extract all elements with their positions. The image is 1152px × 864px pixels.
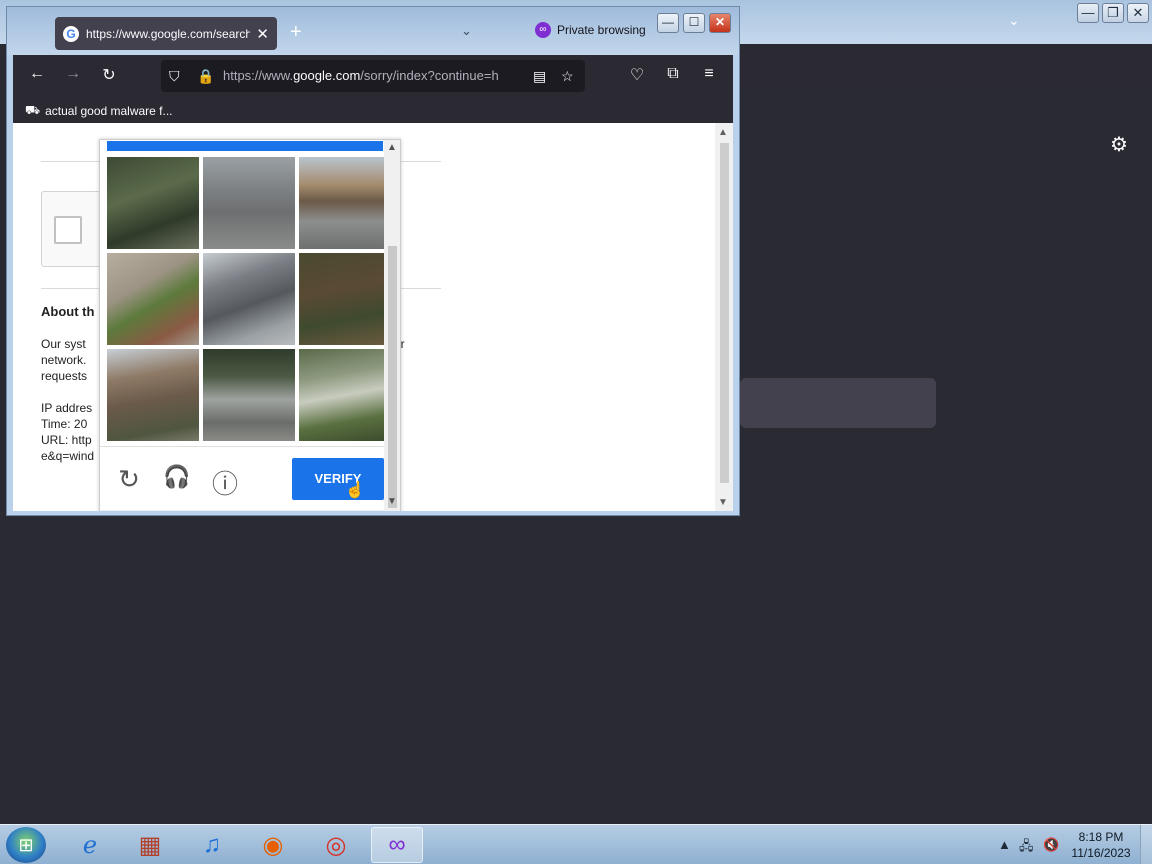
shield-icon[interactable]: ⛉ [169,68,180,85]
reload-challenge-icon[interactable]: ↻ [114,464,144,495]
captcha-tile[interactable] [203,349,295,441]
about-heading: About th [41,304,95,319]
scrollbar-thumb[interactable] [388,246,397,508]
firefox-icon[interactable]: ◉ [247,827,299,863]
bookmark-star-icon[interactable]: ☆ [561,68,574,85]
network-icon[interactable]: 🖧 [1019,837,1034,859]
recaptcha-checkbox[interactable] [54,216,82,244]
navigation-toolbar: ← → ↻ ⛉ 🔒 https://www.google.com/sorry/i… [13,55,733,97]
music-app-icon[interactable]: ♫ [186,827,238,863]
info-icon[interactable]: ⓘ [210,464,240,501]
private-mask-icon: ∞ [535,22,551,38]
bookmark-favicon-icon: ⛟ [25,103,41,117]
chrome-icon[interactable]: ◎ [310,827,362,863]
private-browsing-label: Private browsing [557,23,646,37]
scroll-up-icon[interactable]: ▲ [387,142,397,153]
clock-time: 8:18 PM [1078,830,1124,844]
lock-icon[interactable]: 🔒 [197,68,214,85]
scroll-down-icon[interactable]: ▼ [718,497,728,508]
challenge-header [107,141,383,151]
new-tab-button[interactable]: + [290,21,302,44]
recaptcha-challenge: ↻ 🎧 ⓘ VERIFY ☝ ▲ ▼ [99,139,401,511]
url-line: URL: http [41,433,92,447]
minimize-button[interactable]: — [1077,3,1099,23]
scroll-up-icon[interactable]: ▲ [718,127,728,138]
page-scrollbar[interactable]: ▲ ▼ [715,123,733,511]
captcha-tile[interactable] [203,253,295,345]
body-line: network. [41,353,87,367]
window-minimize-button[interactable]: — [657,13,679,33]
captcha-tile[interactable] [107,349,199,441]
captcha-tile[interactable] [107,253,199,345]
show-desktop-button[interactable] [1140,825,1152,864]
gear-icon[interactable]: ⚙ [1110,132,1128,157]
address-bar[interactable]: ⛉ 🔒 https://www.google.com/sorry/index?c… [161,60,585,92]
tab-list-chevron-icon[interactable]: ⌄ [461,23,472,39]
hand-cursor-icon: ☝ [345,482,365,499]
firefox-private-icon[interactable]: ∞ [371,827,423,863]
recaptcha-anchor [41,191,101,267]
maximize-button[interactable]: ❐ [1102,3,1124,23]
body-line: requests [41,369,88,383]
browser-window: G https://www.google.com/search? ✕ + ⌄ ∞… [6,6,740,516]
ip-address-line: IP addres [41,401,93,415]
headphones-icon[interactable]: 🎧 [162,464,192,490]
forward-button[interactable]: → [62,65,84,83]
system-clock[interactable]: 8:18 PM 11/16/2023 [1068,829,1134,861]
reader-view-icon[interactable]: ▤ [533,68,546,85]
bookmark-item[interactable]: ⛟ actual good malware f... [25,103,173,119]
tray-expand-icon[interactable]: ▲ [998,837,1011,852]
google-favicon-icon: G [63,25,79,42]
private-browsing-indicator: ∞ Private browsing [535,22,646,38]
page-content: About th Our syst network. requests er e… [13,123,733,511]
captcha-tile[interactable] [299,157,391,249]
background-search-box[interactable] [740,378,936,428]
archive-app-icon[interactable]: ▦ [124,827,176,863]
browser-tab[interactable]: G https://www.google.com/search? ✕ [55,17,277,50]
taskbar: ⊞ ℯ ▦ ♫ ◉ ◎ ∞ ▲ 🖧 🔇 8:18 PM 11/16/2023 [0,824,1152,864]
extensions-icon[interactable]: ⧉ [662,65,684,83]
scroll-down-icon[interactable]: ▼ [387,496,397,507]
window-titlebar: G https://www.google.com/search? ✕ + ⌄ ∞… [7,7,739,55]
start-button[interactable]: ⊞ [6,827,46,863]
challenge-scrollbar[interactable]: ▲ ▼ [384,140,400,511]
tab-list-chevron-icon[interactable]: ⌄ [1008,12,1020,29]
footer-divider [100,446,388,447]
back-button[interactable]: ← [26,65,48,83]
tab-close-icon[interactable]: ✕ [256,25,269,43]
body-line: Our syst [41,337,86,351]
captcha-tile[interactable] [203,157,295,249]
scrollbar-thumb[interactable] [720,143,729,483]
captcha-tile[interactable] [299,349,391,441]
tab-title: https://www.google.com/search? [86,26,251,41]
time-line: Time: 20 [41,417,88,431]
clock-date: 11/16/2023 [1071,846,1131,860]
url-line-continued: e&q=wind [41,449,95,463]
verify-button[interactable]: VERIFY [292,458,384,500]
reload-button[interactable]: ↻ [98,65,120,85]
captcha-tile[interactable] [107,157,199,249]
window-maximize-button[interactable]: ☐ [683,13,705,33]
close-button[interactable]: ✕ [1127,3,1149,23]
volume-muted-icon[interactable]: 🔇 [1043,837,1059,853]
window-close-button[interactable]: ✕ [709,13,731,33]
url-text[interactable]: https://www.google.com/sorry/index?conti… [223,68,521,83]
menu-icon[interactable]: ≡ [698,65,720,83]
bookmark-label: actual good malware f... [45,104,173,118]
captcha-tile[interactable] [299,253,391,345]
bookmarks-toolbar: ⛟ actual good malware f... [13,97,733,123]
challenge-horizontal-scrollbar[interactable] [100,510,384,511]
image-grid [107,157,391,441]
pocket-icon[interactable]: ♡ [626,65,648,85]
internet-explorer-icon[interactable]: ℯ [64,827,116,863]
